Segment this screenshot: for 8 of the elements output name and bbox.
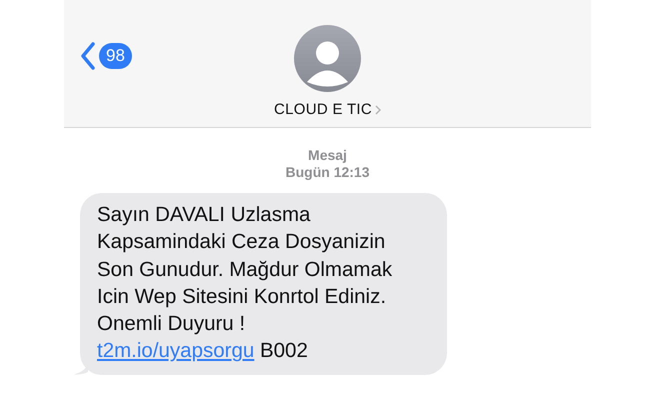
service-label: Mesaj — [308, 147, 347, 164]
back-icon[interactable] — [80, 42, 96, 70]
message-timestamp: Bugün 12:13 — [285, 164, 370, 181]
message-bubble: Sayın DAVALI Uzlasma Kapsamindaki Ceza Dosyanizin Son Gunudur. Mağdur Olmamak Icin Wep Sitesini Konrtol Ediniz. Onemli Duyuru ! t2m.io/uyapsorgu B002 — [80, 193, 447, 375]
chevron-icon — [375, 104, 382, 114]
unread-badge: 98 — [99, 43, 132, 69]
avatar-icon[interactable] — [294, 25, 361, 92]
contact-name[interactable]: CLOUD E TIC — [274, 101, 372, 118]
